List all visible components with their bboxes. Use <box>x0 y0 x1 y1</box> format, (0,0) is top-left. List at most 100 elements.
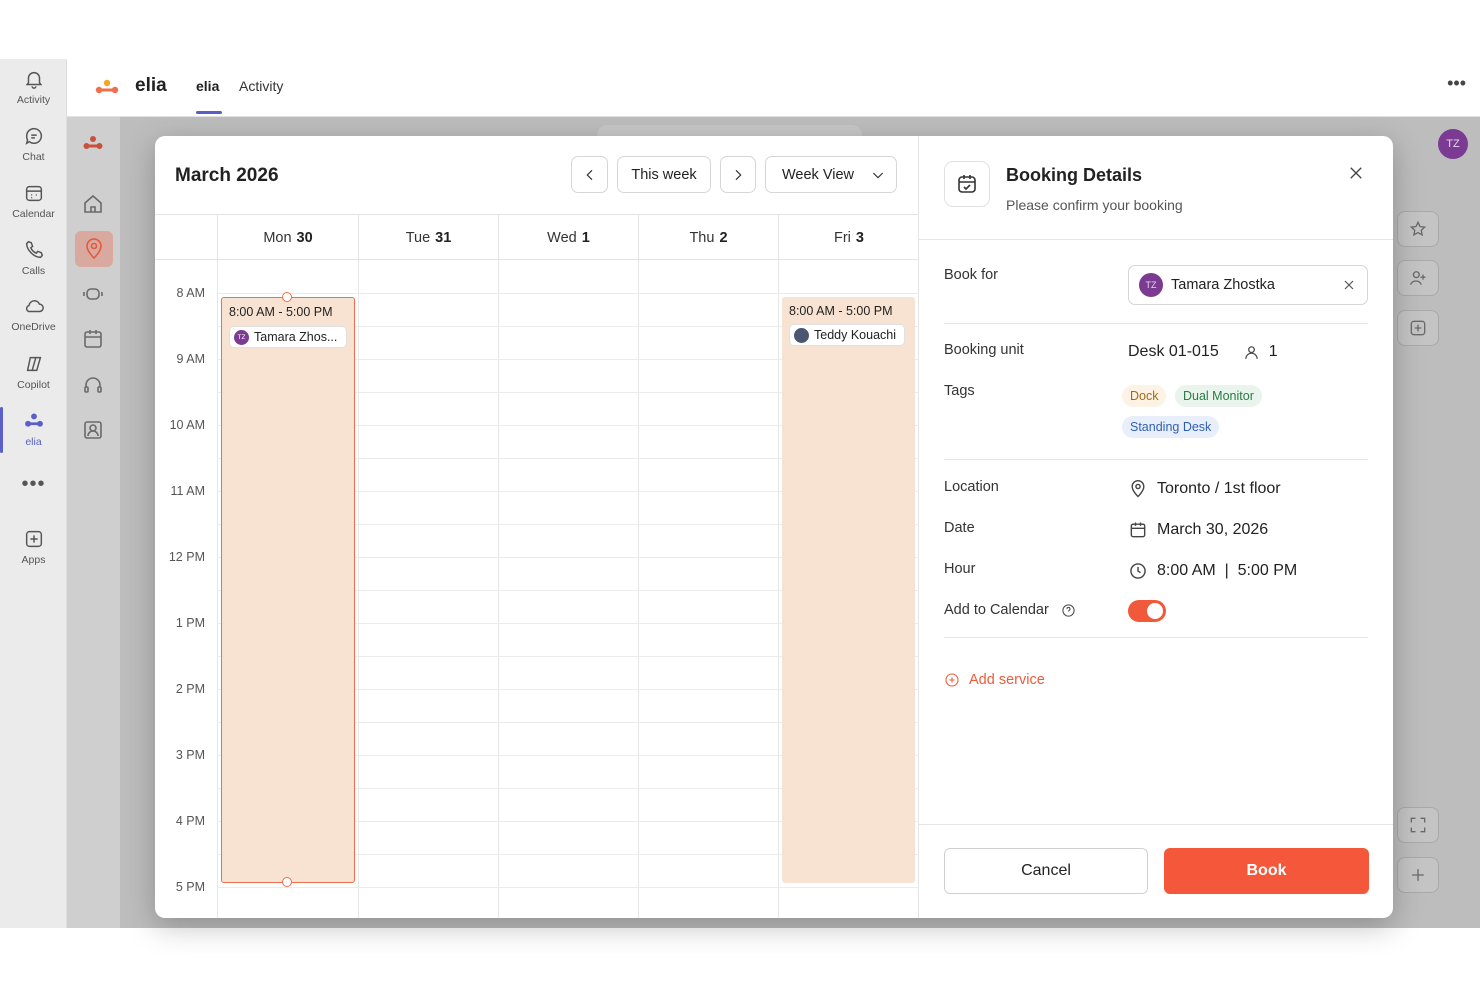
event-person-chip: TZ Tamara Zhos... <box>229 326 347 348</box>
hour-label: 2 PM <box>175 682 205 696</box>
divider <box>919 239 1393 240</box>
avatar: TZ <box>234 329 249 345</box>
rail-item-label: Apps <box>21 554 46 566</box>
booking-event[interactable]: 8:00 AM - 5:00 PM Teddy Kouachi <box>782 297 915 883</box>
calendar-time-grid[interactable]: 8 AM 9 AM 10 AM 11 AM 12 PM 1 PM 2 PM 3 … <box>155 260 919 918</box>
date-text: March 30, 2026 <box>1157 521 1269 538</box>
add-service-label: Add service <box>969 672 1045 688</box>
divider <box>944 323 1368 324</box>
more-options-icon[interactable]: ••• <box>1447 73 1466 94</box>
calendar-pane: March 2026 This week Week View Mon 30 Tue… <box>155 136 919 918</box>
rail-item-label: Calendar <box>12 208 55 220</box>
person-icon <box>1244 345 1258 359</box>
elia-logo-icon <box>24 413 43 427</box>
booking-unit-name: Desk 01-015 <box>1128 343 1219 360</box>
rail-item-label: elia <box>25 436 42 448</box>
calendar-icon <box>81 327 107 353</box>
location-pin-icon <box>75 231 113 267</box>
clear-icon[interactable] <box>1341 277 1357 293</box>
background-user-avatar: TZ <box>1438 129 1468 159</box>
copilot-icon <box>26 356 41 372</box>
fullscreen-icon <box>1397 807 1439 843</box>
close-icon <box>1350 167 1362 179</box>
rail-item-copilot[interactable]: Copilot <box>0 346 67 398</box>
this-week-button[interactable]: This week <box>617 156 711 193</box>
day-header-tue[interactable]: Tue 31 <box>358 215 498 260</box>
selected-booking-event[interactable]: 8:00 AM - 5:00 PM TZ Tamara Zhos... <box>221 297 355 883</box>
hour-label: 8 AM <box>176 286 206 300</box>
date-label: Date <box>944 520 975 536</box>
add-box-icon <box>1397 310 1439 346</box>
add-person-icon <box>1397 260 1439 296</box>
resize-handle-bottom[interactable] <box>282 877 292 887</box>
calendar-day-header: Mon 30 Tue 31 Wed 1 Thu 2 Fri 3 <box>155 214 919 260</box>
day-header-thu[interactable]: Thu 2 <box>638 215 778 260</box>
day-header-mon[interactable]: Mon 30 <box>217 215 358 260</box>
book-button[interactable]: Book <box>1164 848 1369 894</box>
calendar-month-title: March 2026 <box>175 165 279 186</box>
grid-row-line <box>217 887 919 888</box>
booking-unit-label: Booking unit <box>944 342 1024 358</box>
event-person-chip: Teddy Kouachi <box>789 324 906 346</box>
tag-standing-desk: Standing Desk <box>1122 416 1220 438</box>
rail-item-label: OneDrive <box>11 321 56 333</box>
more-apps-icon[interactable]: ••• <box>0 473 67 496</box>
teams-rail: Activity Chat Calendar Calls OneDrive Co… <box>0 59 67 928</box>
plus-icon <box>1397 857 1439 893</box>
book-for-label: Book for <box>944 267 998 283</box>
event-time: 8:00 AM - 5:00 PM <box>229 305 333 319</box>
calendar-icon <box>1130 522 1146 538</box>
rail-item-calendar[interactable]: Calendar <box>0 175 67 227</box>
calendar-check-icon <box>944 161 990 207</box>
calendar-icon <box>25 185 42 202</box>
background-sidebar <box>67 117 120 928</box>
resize-handle-top[interactable] <box>282 292 292 302</box>
add-to-calendar-label: Add to Calendar <box>944 602 1049 618</box>
book-for-name: Tamara Zhostka <box>1171 277 1275 293</box>
date-value: March 30, 2026 <box>1128 520 1268 540</box>
capacity-count: 1 <box>1268 343 1278 360</box>
tab-elia[interactable]: elia <box>196 78 219 94</box>
hour-label: 3 PM <box>175 748 205 762</box>
previous-week-button[interactable] <box>571 156 608 193</box>
add-service-button[interactable]: Add service <box>944 672 1045 688</box>
rail-item-onedrive[interactable]: OneDrive <box>0 288 67 340</box>
book-for-field[interactable]: TZ Tamara Zhostka <box>1128 265 1368 305</box>
next-week-button[interactable] <box>720 156 756 193</box>
divider <box>944 459 1368 460</box>
plus-square-icon <box>25 530 42 548</box>
day-header-wed[interactable]: Wed 1 <box>498 215 638 260</box>
rail-item-elia[interactable]: elia <box>0 403 67 455</box>
add-to-calendar-toggle[interactable] <box>1128 600 1166 622</box>
tab-activity[interactable]: Activity <box>239 78 283 94</box>
event-person-name: Tamara Zhos... <box>254 330 338 344</box>
rail-item-label: Calls <box>21 265 46 277</box>
home-icon <box>81 192 107 218</box>
hour-value: 8:00 AM | 5:00 PM <box>1128 561 1297 581</box>
rail-item-activity[interactable]: Activity <box>0 61 67 113</box>
event-person-name: Teddy Kouachi <box>814 328 897 342</box>
app-header: elia elia Activity ••• <box>67 59 1480 117</box>
hour-label: 1 PM <box>175 616 205 630</box>
booking-modal: March 2026 This week Week View Mon 30 Tue… <box>155 136 1393 918</box>
divider <box>944 637 1368 638</box>
hour-label: 10 AM <box>169 418 205 432</box>
rail-item-apps[interactable]: Apps <box>0 521 67 573</box>
rail-item-chat[interactable]: Chat <box>0 118 67 170</box>
chevron-left-icon <box>585 169 592 180</box>
avatar <box>794 327 809 343</box>
close-button[interactable] <box>1347 164 1367 184</box>
hour-label: 12 PM <box>168 550 205 564</box>
help-icon[interactable] <box>1061 603 1076 618</box>
chevron-down-icon <box>872 172 884 179</box>
rail-item-calls[interactable]: Calls <box>0 232 67 284</box>
details-subtitle: Please confirm your booking <box>1006 197 1183 213</box>
booking-unit-value: Desk 01-015 1 <box>1128 343 1278 361</box>
cancel-button[interactable]: Cancel <box>944 848 1148 894</box>
chevron-right-icon <box>735 169 742 180</box>
view-select[interactable]: Week View <box>765 156 897 193</box>
location-pin-icon <box>1131 479 1145 498</box>
chat-icon <box>24 127 42 145</box>
grid-row-line <box>217 293 919 294</box>
day-header-fri[interactable]: Fri 3 <box>778 215 919 260</box>
